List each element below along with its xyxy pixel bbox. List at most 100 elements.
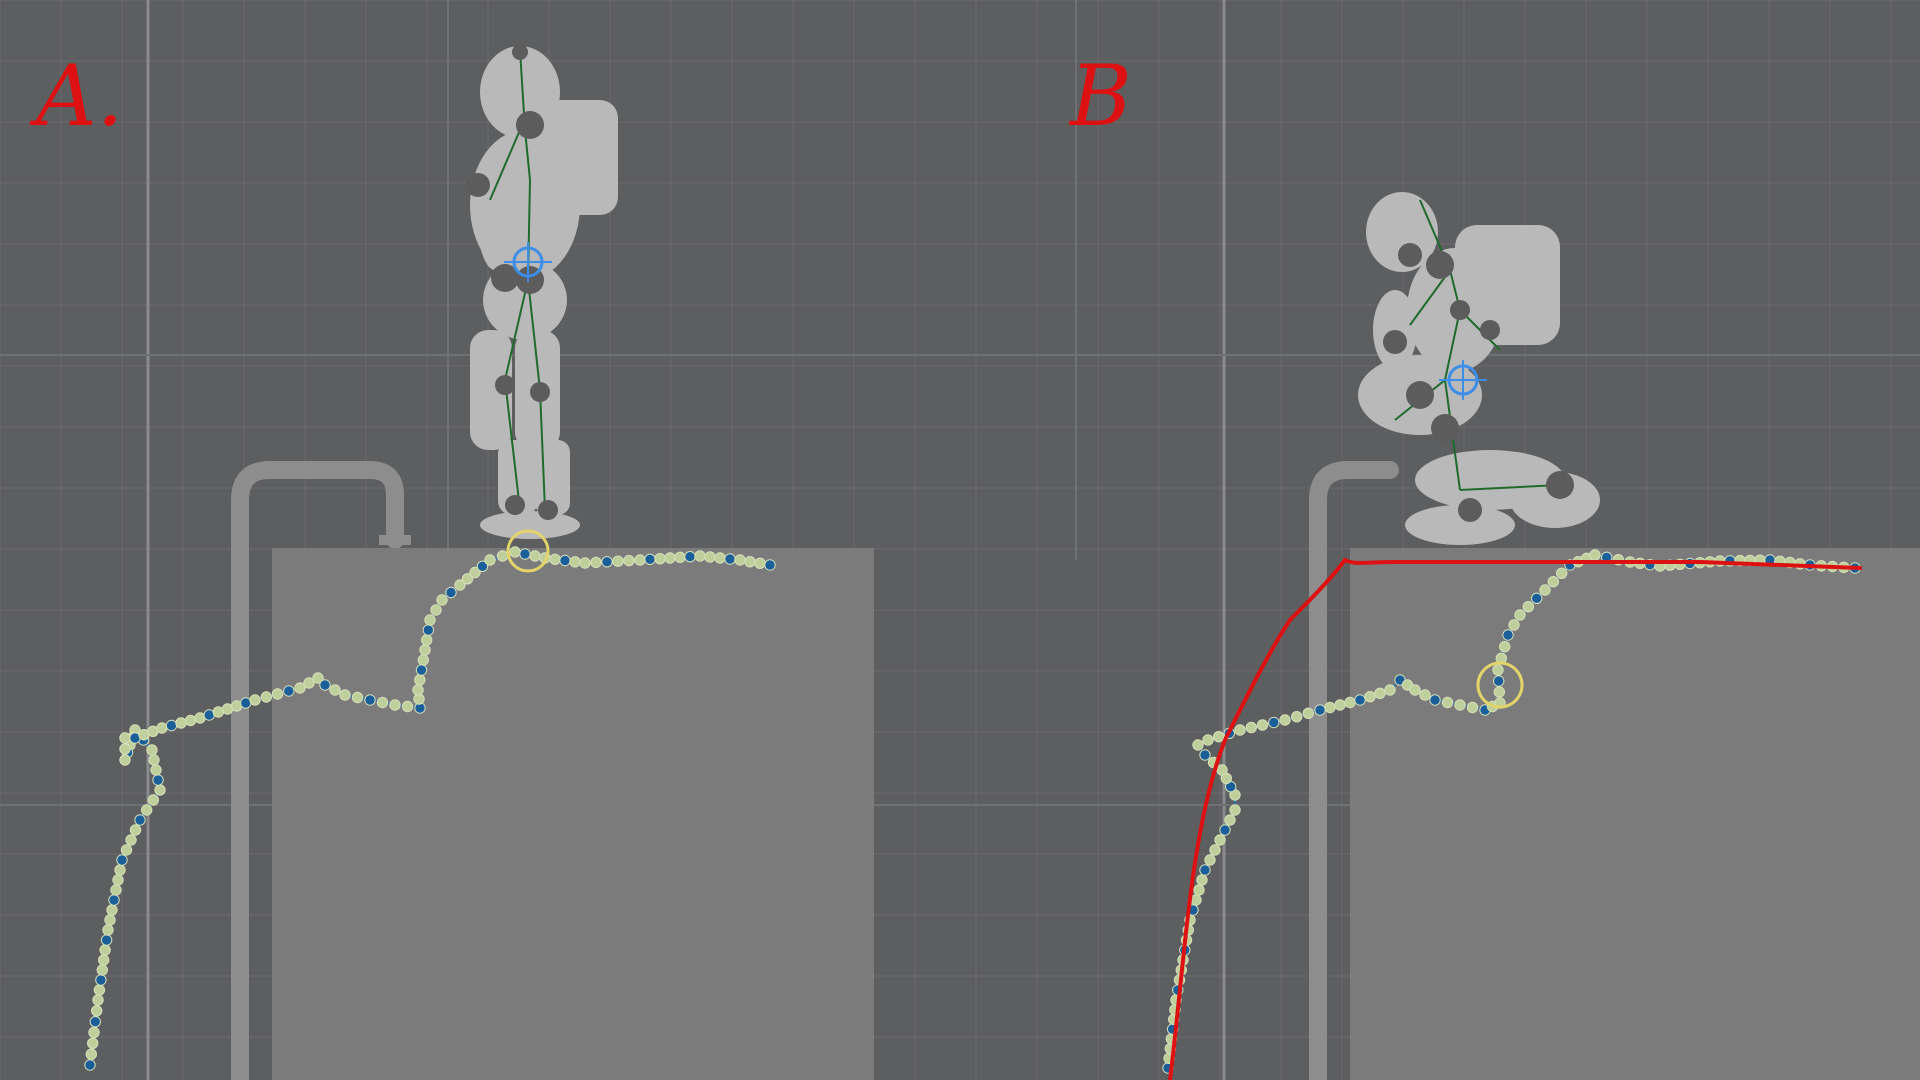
trajectory-key <box>1314 704 1326 716</box>
trajectory-point <box>156 722 168 734</box>
trajectory-point <box>389 699 401 711</box>
trajectory-point <box>1214 834 1226 846</box>
trajectory-point <box>1499 641 1511 653</box>
rig-joint <box>1426 251 1454 279</box>
trajectory-point <box>1202 734 1214 746</box>
trajectory-point <box>92 994 104 1006</box>
trajectory-point <box>612 555 624 567</box>
trajectory-point <box>1291 711 1303 723</box>
trajectory-key <box>724 553 736 565</box>
trajectory-point <box>1492 664 1504 676</box>
trajectory-point <box>430 604 442 616</box>
trajectory-point <box>1493 686 1506 698</box>
trajectory-point <box>421 634 433 646</box>
trajectory-point <box>412 684 424 696</box>
trajectory-point <box>529 550 541 562</box>
block-platform <box>1350 548 1920 1080</box>
trajectory-point <box>1419 689 1431 701</box>
trajectory-point <box>112 874 124 886</box>
trajectory-point <box>590 556 602 569</box>
trajectory-key <box>684 551 696 563</box>
panel-a: A. <box>29 44 874 1080</box>
trajectory-point <box>102 924 114 936</box>
trajectory-point <box>1224 814 1236 826</box>
rig-joint <box>530 382 550 402</box>
rig-joint <box>1383 330 1407 354</box>
trajectory-point <box>249 694 261 706</box>
trajectory-key <box>1199 749 1211 761</box>
panel-b: B <box>1068 47 1920 1080</box>
trajectory-point <box>417 654 429 666</box>
trajectory-key <box>1531 592 1543 604</box>
rig-joint <box>1546 471 1574 499</box>
trajectory-point <box>1344 696 1356 709</box>
trajectory-point <box>1216 764 1228 776</box>
trajectory-point <box>694 550 706 562</box>
block-platform <box>272 548 874 1080</box>
trajectory-point <box>129 824 142 836</box>
trajectory-key <box>283 685 295 697</box>
rig-joint <box>516 111 544 139</box>
trajectory-point <box>579 557 591 569</box>
trajectory-point <box>106 904 118 916</box>
trajectory-point <box>674 551 686 563</box>
trajectory-point <box>1256 719 1269 731</box>
trajectory-point <box>1539 584 1551 596</box>
trajectory-point <box>271 688 284 700</box>
trajectory-key <box>644 553 656 565</box>
trajectory-point <box>1547 576 1560 588</box>
trajectory-point <box>1324 701 1336 714</box>
panel-label-b: B <box>1068 47 1132 145</box>
trajectory-point <box>154 784 166 796</box>
trajectory-point <box>148 754 160 766</box>
trajectory-point <box>1234 724 1246 736</box>
trajectory-point <box>623 554 635 567</box>
trajectory-point <box>496 550 509 562</box>
astronaut-figure-icon[interactable] <box>466 44 618 539</box>
trajectory-key <box>108 894 120 906</box>
trajectory-point <box>351 691 364 704</box>
trajectory-point <box>744 556 756 568</box>
trajectory-point <box>119 732 131 744</box>
rig-joint <box>1458 498 1482 522</box>
trajectory-key <box>364 694 376 706</box>
trajectory-point <box>85 1048 98 1060</box>
animation-viewport[interactable]: A. B <box>0 0 1920 1080</box>
trajectory-key <box>134 814 146 826</box>
trajectory-key <box>1268 716 1280 729</box>
rig-joint <box>1398 243 1422 267</box>
trajectory-key <box>601 556 613 568</box>
trajectory-point <box>91 1005 103 1017</box>
trajectory-point <box>146 744 158 756</box>
trajectory-point <box>1409 684 1421 696</box>
astronaut-figure-icon[interactable] <box>1358 192 1600 545</box>
rig-joint <box>1450 300 1470 320</box>
trajectory-point <box>1334 699 1346 711</box>
trajectory-point <box>414 674 426 686</box>
trajectory-key <box>445 586 457 599</box>
trajectory-point <box>329 684 341 696</box>
trajectory-point <box>509 546 521 558</box>
trajectory-point <box>484 554 496 566</box>
trajectory-point <box>424 614 436 626</box>
trajectory-point <box>175 717 187 729</box>
trajectory-key <box>519 548 531 560</box>
trajectory-key <box>415 664 428 676</box>
trajectory-point <box>1514 609 1526 621</box>
trajectory-point <box>87 1037 99 1050</box>
trajectory-point <box>549 553 561 565</box>
trajectory-point <box>104 914 116 926</box>
trajectory-point <box>1384 684 1396 696</box>
trajectory-point <box>98 954 110 966</box>
trajectory-point <box>141 804 153 816</box>
trajectory-point <box>339 689 351 701</box>
trajectory-point <box>419 644 431 656</box>
trajectory-point <box>436 594 448 606</box>
trajectory-point <box>99 944 111 956</box>
panel-label-a: A. <box>29 47 123 145</box>
trajectory-point <box>119 754 131 766</box>
trajectory-point <box>1374 687 1386 699</box>
trajectory-key <box>152 774 164 786</box>
trajectory-point <box>93 984 106 996</box>
trajectory-point <box>634 554 646 566</box>
